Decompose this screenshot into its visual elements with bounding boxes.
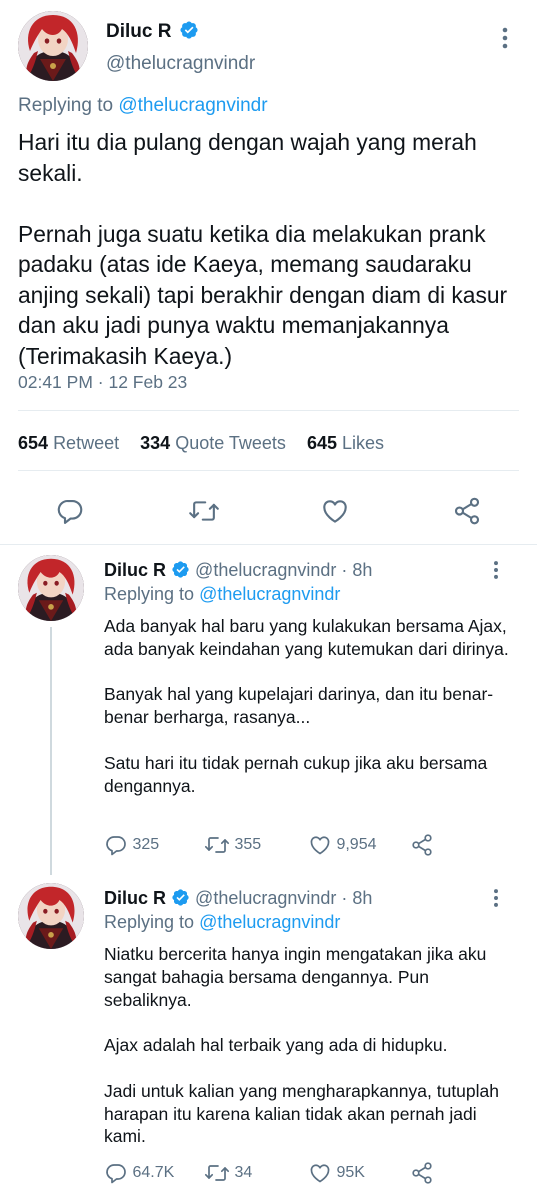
retweet-icon (189, 501, 219, 521)
handle[interactable]: @thelucragnvindr (195, 560, 336, 580)
divider (18, 470, 519, 471)
more-options-button[interactable] (498, 26, 512, 50)
tweet-stats: 654 Retweet 334 Quote Tweets 645 Likes (18, 431, 384, 455)
more-icon (502, 27, 508, 49)
retweet-count: 34 (234, 1164, 253, 1181)
like-count: 9,954 (336, 836, 377, 853)
share-button[interactable] (410, 833, 434, 857)
reply-action-bar: 64.7K 34 95K (104, 1161, 524, 1187)
replying-to: Replying to @thelucragnvindr (18, 94, 268, 118)
tweet-text: Niatku bercerita hanya ingin mengatakan … (104, 944, 499, 1147)
share-icon (454, 497, 480, 525)
thread-line (50, 627, 52, 875)
avatar[interactable] (18, 883, 84, 949)
replying-to: Replying to @thelucragnvindr (104, 582, 340, 606)
reply-icon (106, 836, 126, 856)
retweet-icon (204, 837, 230, 853)
replying-handle-link[interactable]: @thelucragnvindr (199, 912, 340, 932)
share-icon (412, 834, 432, 856)
reply-header: Diluc R @thelucragnvindr · 8h (104, 886, 372, 910)
like-button[interactable]: 95K (308, 1161, 365, 1185)
replying-handle-link[interactable]: @thelucragnvindr (118, 95, 267, 116)
avatar[interactable] (18, 555, 84, 621)
reply-count: 325 (132, 836, 160, 853)
like-icon (310, 1164, 330, 1183)
retweet-count: 355 (234, 836, 262, 853)
retweet-count: 654 (18, 433, 49, 453)
like-icon (323, 500, 347, 523)
retweet-button[interactable] (188, 496, 220, 526)
replying-handle-link[interactable]: @thelucragnvindr (199, 584, 340, 604)
display-name[interactable]: Diluc R (104, 888, 166, 908)
divider (18, 410, 519, 411)
likes-count: 645 (306, 433, 337, 453)
retweet-label: Retweet (53, 433, 120, 453)
likes-stat[interactable]: 645 Likes (307, 433, 384, 453)
display-name[interactable]: Diluc R (106, 21, 171, 42)
reply-action-bar: 325 355 9,954 (104, 833, 524, 859)
reply-button[interactable]: 325 (104, 833, 159, 857)
verified-icon (172, 889, 189, 906)
tweet-timestamp[interactable]: 02:41 PM · 12 Feb 23 (18, 370, 187, 394)
likes-label: Likes (342, 433, 385, 453)
quote-count: 334 (140, 433, 171, 453)
replying-to: Replying to @thelucragnvindr (104, 910, 340, 934)
like-icon (310, 836, 330, 855)
share-button[interactable] (452, 496, 482, 526)
reply-icon (57, 499, 83, 524)
more-icon (494, 889, 498, 907)
share-button[interactable] (410, 1161, 434, 1185)
reply-time[interactable]: · 8h (341, 888, 372, 908)
retweet-button[interactable]: 355 (204, 833, 261, 857)
replying-prefix: Replying to (18, 95, 114, 116)
like-count: 95K (336, 1164, 365, 1181)
more-icon (494, 561, 498, 579)
reply-button[interactable] (55, 496, 85, 526)
like-button[interactable]: 9,954 (308, 833, 377, 857)
more-options-button[interactable] (490, 887, 502, 914)
share-icon (412, 1162, 432, 1184)
reply-count: 64.7K (132, 1164, 175, 1181)
tweet-text: Ada banyak hal baru yang kulakukan bersa… (104, 616, 509, 796)
handle[interactable]: @thelucragnvindr (195, 888, 336, 908)
tweet-text: Hari itu dia pulang dengan wajah yang me… (18, 129, 508, 369)
display-name[interactable]: Diluc R (104, 560, 166, 580)
verified-icon (172, 561, 189, 578)
reply-tweet[interactable]: Diluc R @thelucragnvindr · 8h Replying t… (0, 545, 537, 875)
replying-prefix: Replying to (104, 912, 195, 932)
reply-button[interactable]: 64.7K (104, 1161, 174, 1185)
retweet-icon (204, 1165, 230, 1181)
handle[interactable]: @thelucragnvindr (106, 52, 255, 76)
quote-stat[interactable]: 334 Quote Tweets (140, 433, 291, 453)
retweet-button[interactable]: 34 (204, 1161, 252, 1185)
quote-label: Quote Tweets (175, 433, 286, 453)
more-options-button[interactable] (490, 559, 502, 586)
replying-prefix: Replying to (104, 584, 195, 604)
reply-time[interactable]: · 8h (341, 560, 372, 580)
reply-icon (106, 1164, 126, 1184)
reply-header: Diluc R @thelucragnvindr · 8h (104, 558, 372, 582)
main-tweet: Diluc R @thelucragnvindr Replying to @th… (0, 0, 537, 545)
avatar[interactable] (18, 11, 88, 81)
like-button[interactable] (320, 496, 350, 526)
verified-icon (180, 21, 198, 40)
retweet-stat[interactable]: 654 Retweet (18, 433, 124, 453)
reply-tweet[interactable]: Diluc R @thelucragnvindr · 8h Replying t… (0, 875, 537, 1200)
